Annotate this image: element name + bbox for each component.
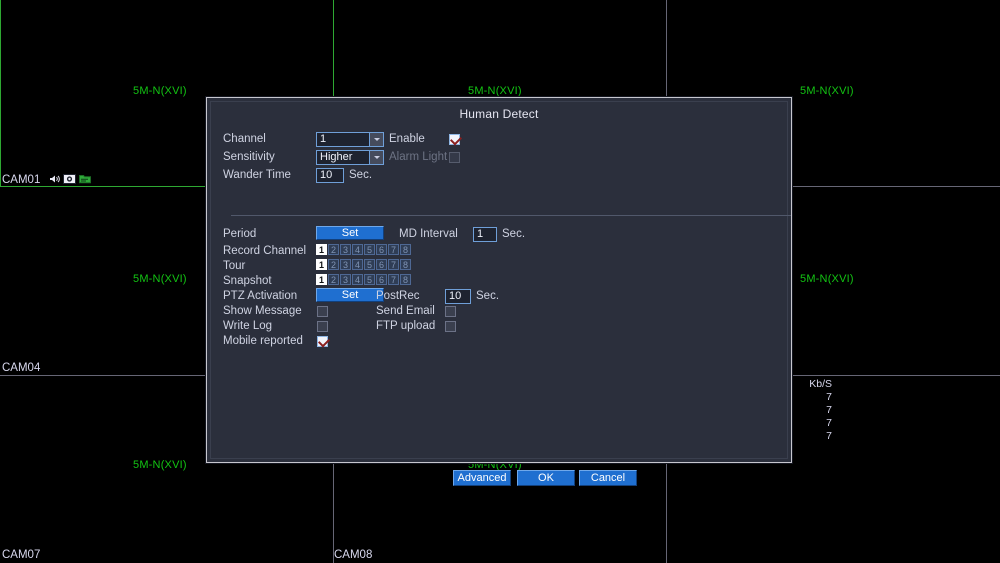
enable-checkbox[interactable]: [449, 134, 460, 145]
ptz-activation-set-button[interactable]: Set: [316, 288, 384, 302]
record-channel-4[interactable]: 4: [352, 244, 363, 255]
snapshot-channel-group[interactable]: 1 2 3 4 5 6 7 8: [316, 274, 411, 285]
post-rec-input[interactable]: 10: [445, 289, 471, 304]
snapshot-channel-4[interactable]: 4: [352, 274, 363, 285]
camera-label-cam04: CAM04: [2, 362, 41, 374]
record-channel-2[interactable]: 2: [328, 244, 339, 255]
channel-select[interactable]: 1: [316, 132, 384, 147]
period-set-button[interactable]: Set: [316, 226, 384, 240]
record-channel-1[interactable]: 1: [316, 244, 327, 255]
resolution-label: 5M-N(XVI): [133, 459, 187, 471]
write-log-checkbox[interactable]: [317, 321, 328, 332]
bitrate-label: Kb/S: [809, 378, 832, 390]
snapshot-channel-7[interactable]: 7: [388, 274, 399, 285]
tour-channel-7[interactable]: 7: [388, 259, 399, 270]
wander-time-input[interactable]: 10: [316, 168, 344, 183]
ftp-upload-checkbox[interactable]: [445, 321, 456, 332]
enable-label: Enable: [389, 133, 425, 145]
camera-label-cam08: CAM08: [334, 549, 373, 561]
record-channel-7[interactable]: 7: [388, 244, 399, 255]
section-divider: [231, 215, 791, 216]
tour-channel-group[interactable]: 1 2 3 4 5 6 7 8: [316, 259, 411, 270]
tour-channel-3[interactable]: 3: [340, 259, 351, 270]
camera-icon: [62, 174, 76, 187]
channel-select-value: 1: [320, 133, 327, 145]
camera-label-text: CAM01: [2, 174, 41, 186]
chevron-down-icon[interactable]: [369, 151, 383, 164]
snapshot-channel-2[interactable]: 2: [328, 274, 339, 285]
bitrate-value: 7: [826, 391, 832, 403]
resolution-label: 5M-N(XVI): [800, 85, 854, 97]
chevron-down-icon[interactable]: [369, 133, 383, 146]
ftp-upload-label: FTP upload: [376, 320, 436, 332]
alarm-light-label: Alarm Light: [389, 151, 448, 163]
dialog-button-bar: Advanced OK Cancel: [221, 470, 777, 488]
channel-label: Channel: [223, 133, 266, 145]
send-email-checkbox[interactable]: [445, 306, 456, 317]
ok-button[interactable]: OK: [517, 470, 575, 486]
record-channel-3[interactable]: 3: [340, 244, 351, 255]
snapshot-channel-3[interactable]: 3: [340, 274, 351, 285]
camera-label-cam07: CAM07: [2, 549, 41, 561]
human-detect-dialog: Human Detect Channel 1 Enable Sensitivit…: [206, 97, 792, 486]
snapshot-channel-5[interactable]: 5: [364, 274, 375, 285]
resolution-label: 5M-N(XVI): [800, 273, 854, 285]
sensitivity-select[interactable]: Higher: [316, 150, 384, 165]
grid-line-vertical-selected: [0, 0, 1, 187]
snapshot-channel-1[interactable]: 1: [316, 274, 327, 285]
record-channel-8[interactable]: 8: [400, 244, 411, 255]
dialog-body: Human Detect Channel 1 Enable Sensitivit…: [210, 101, 791, 486]
bitrate-panel: Kb/S 7 7 7 7: [809, 378, 840, 443]
tour-channel-6[interactable]: 6: [376, 259, 387, 270]
post-rec-unit: Sec.: [476, 290, 500, 302]
bitrate-value: 7: [826, 404, 832, 416]
cancel-button[interactable]: Cancel: [579, 470, 637, 486]
resolution-label: 5M-N(XVI): [133, 85, 187, 97]
resolution-label: 5M-N(XVI): [133, 273, 187, 285]
tour-channel-5[interactable]: 5: [364, 259, 375, 270]
tour-channel-8[interactable]: 8: [400, 259, 411, 270]
record-icon: [78, 174, 91, 187]
show-message-checkbox[interactable]: [317, 306, 328, 317]
resolution-label: 5M-N(XVI): [468, 85, 522, 97]
tour-channel-2[interactable]: 2: [328, 259, 339, 270]
md-interval-unit: Sec.: [502, 228, 526, 240]
bitrate-value: 7: [826, 430, 832, 442]
alarm-light-checkbox[interactable]: [449, 152, 460, 163]
dialog-title: Human Detect: [459, 107, 539, 121]
audio-icon: [49, 174, 60, 187]
snapshot-channel-6[interactable]: 6: [376, 274, 387, 285]
mobile-reported-checkbox[interactable]: [317, 336, 328, 347]
sensitivity-label: Sensitivity: [223, 151, 275, 163]
md-interval-input[interactable]: 1: [473, 227, 497, 242]
advanced-button[interactable]: Advanced: [453, 470, 511, 486]
md-interval-label: MD Interval: [399, 228, 458, 240]
snapshot-channel-8[interactable]: 8: [400, 274, 411, 285]
bitrate-value: 7: [826, 417, 832, 429]
tour-channel-4[interactable]: 4: [352, 259, 363, 270]
record-channel-6[interactable]: 6: [376, 244, 387, 255]
camera-label-cam01: CAM01: [2, 174, 91, 187]
wander-time-unit: Sec.: [349, 169, 373, 181]
tour-channel-1[interactable]: 1: [316, 259, 327, 270]
wander-time-label: Wander Time: [223, 169, 291, 181]
camera-status-icons: [49, 174, 91, 187]
mobile-reported-label: Mobile reported: [223, 335, 303, 347]
record-channel-5[interactable]: 5: [364, 244, 375, 255]
sensitivity-select-value: Higher: [320, 151, 353, 163]
record-channel-group[interactable]: 1 2 3 4 5 6 7 8: [316, 244, 411, 255]
